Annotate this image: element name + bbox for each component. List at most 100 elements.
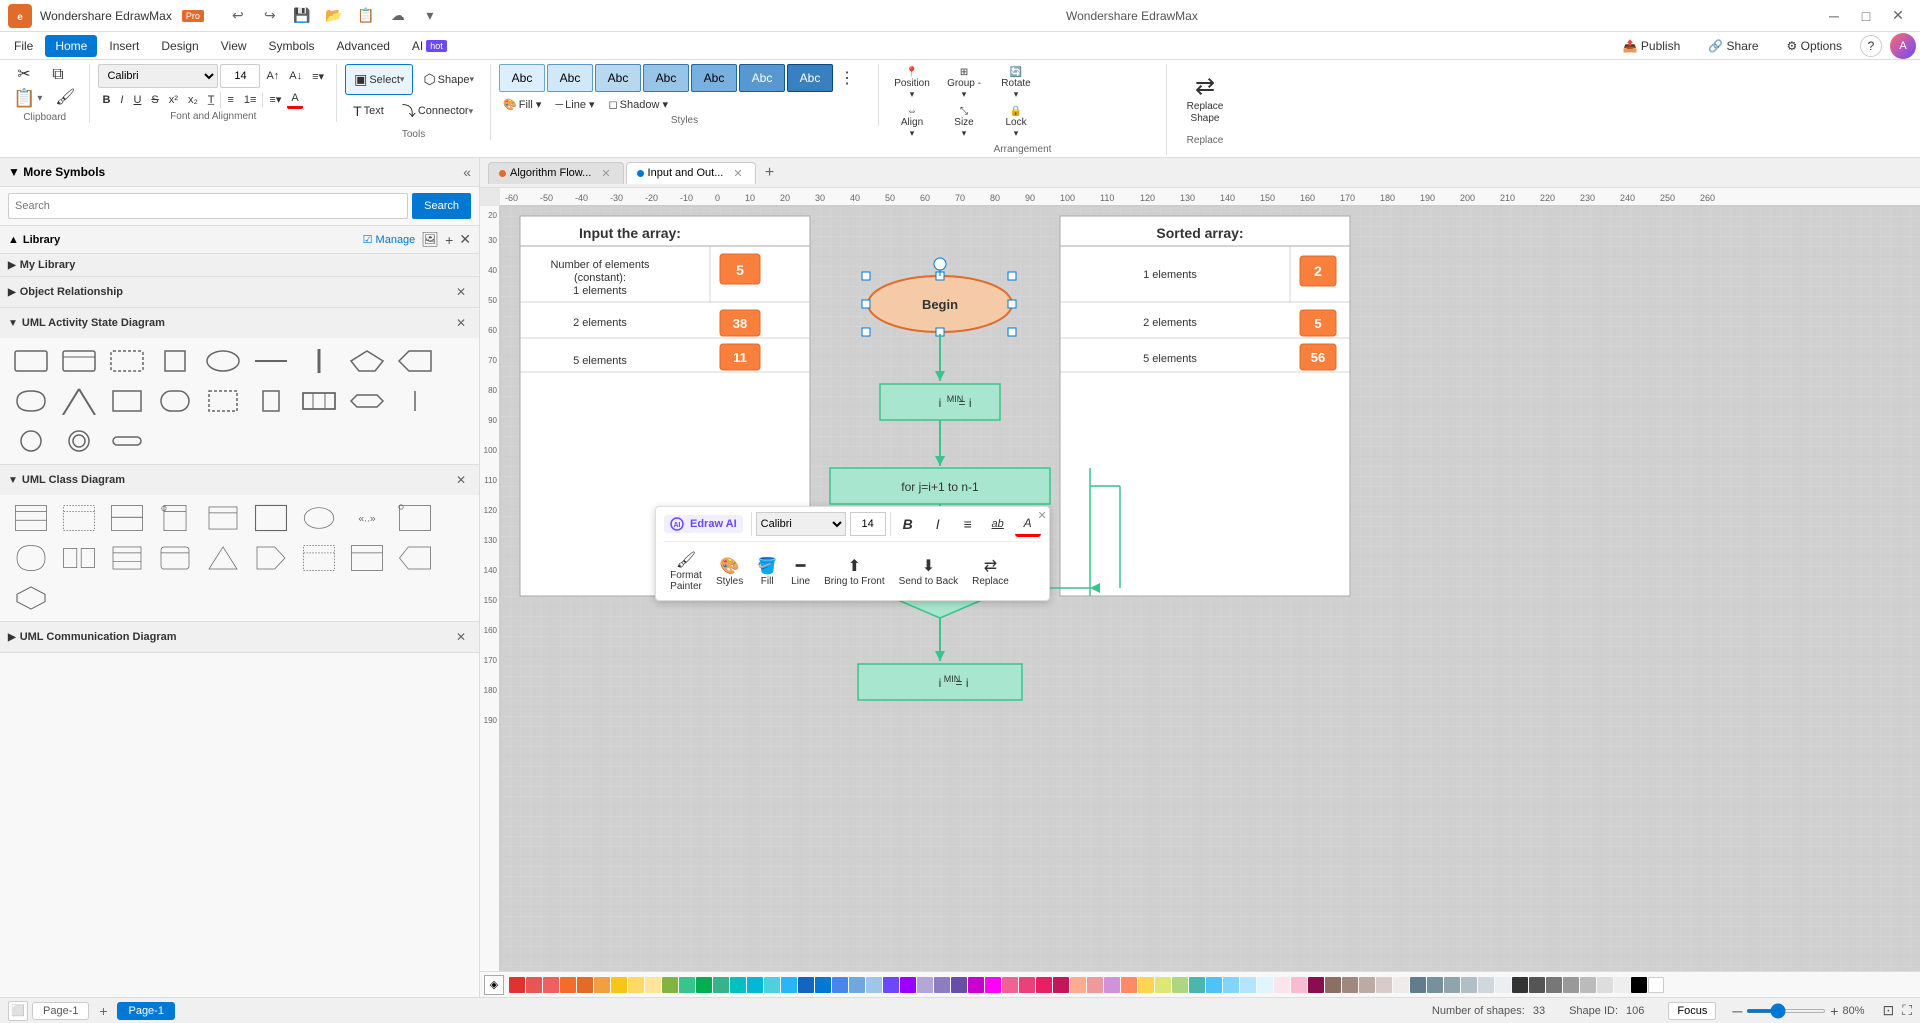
color-swatch[interactable] xyxy=(832,977,848,993)
menu-advanced[interactable]: Advanced xyxy=(327,35,400,57)
focus-button[interactable]: Focus xyxy=(1668,1002,1716,1020)
shape-item[interactable] xyxy=(104,342,150,380)
tab-input-output[interactable]: Input and Out... ✕ xyxy=(626,162,756,184)
share-button[interactable]: 🔗 Share xyxy=(1698,36,1768,56)
style-swatch-3[interactable]: Abc xyxy=(595,64,641,92)
uml-comm-close[interactable]: ✕ xyxy=(451,627,471,647)
color-swatch[interactable] xyxy=(934,977,950,993)
shape-item[interactable] xyxy=(56,539,102,577)
color-swatch[interactable] xyxy=(679,977,695,993)
connector-button[interactable]: ⤵ Connector ▾ xyxy=(394,95,481,127)
undo-button[interactable]: ↩ xyxy=(224,6,252,26)
color-swatch[interactable] xyxy=(1274,977,1290,993)
color-swatch[interactable] xyxy=(1427,977,1443,993)
add-tab-button[interactable]: + xyxy=(758,161,782,185)
color-swatch[interactable] xyxy=(1104,977,1120,993)
color-swatch[interactable] xyxy=(883,977,899,993)
select-button[interactable]: ▣ Select ▾ xyxy=(345,64,413,95)
add-page-button[interactable]: + xyxy=(93,1001,113,1021)
shape-item[interactable] xyxy=(8,342,54,380)
color-swatch[interactable] xyxy=(900,977,916,993)
ft-line-button[interactable]: ━ Line xyxy=(785,552,816,591)
color-swatch[interactable] xyxy=(1614,977,1630,993)
uml-activity-close[interactable]: ✕ xyxy=(451,313,471,333)
line-button[interactable]: ─ Line ▾ xyxy=(551,96,598,113)
shape-item[interactable] xyxy=(104,422,150,460)
color-swatch[interactable] xyxy=(1495,977,1511,993)
zoom-out-button[interactable]: ─ xyxy=(1732,1003,1742,1019)
color-swatch[interactable] xyxy=(526,977,542,993)
style-swatch-2[interactable]: Abc xyxy=(547,64,593,92)
zoom-slider[interactable] xyxy=(1746,1009,1826,1013)
shape-item[interactable] xyxy=(200,382,246,420)
format-button[interactable]: 📋 xyxy=(352,6,380,26)
shape-item[interactable] xyxy=(248,539,294,577)
color-swatch[interactable] xyxy=(730,977,746,993)
shape-item[interactable] xyxy=(344,342,390,380)
shape-item[interactable] xyxy=(296,539,342,577)
color-swatch[interactable] xyxy=(1461,977,1477,993)
strikethrough-button[interactable]: S xyxy=(147,92,162,108)
fill-button[interactable]: 🎨 Fill ▾ xyxy=(499,96,545,113)
color-swatch[interactable] xyxy=(1563,977,1579,993)
lib-new-button[interactable]: + xyxy=(445,232,453,248)
color-swatch[interactable] xyxy=(1053,977,1069,993)
position-button[interactable]: 📍 Position ▾ xyxy=(887,64,937,103)
style-swatch-6[interactable]: Abc xyxy=(739,64,785,92)
font-size-increase[interactable]: A↑ xyxy=(262,68,283,84)
align-button[interactable]: ⇔ Align ▾ xyxy=(887,103,937,142)
italic-button[interactable]: I xyxy=(116,92,127,108)
menu-design[interactable]: Design xyxy=(151,35,208,57)
replace-shape-button[interactable]: ⇄ ReplaceShape xyxy=(1175,64,1235,133)
shape-item[interactable] xyxy=(56,342,102,380)
tab-input-close-button[interactable]: ✕ xyxy=(731,167,744,180)
shape-item[interactable] xyxy=(296,382,342,420)
lock-button[interactable]: 🔒 Lock ▾ xyxy=(991,103,1041,142)
ft-font-size[interactable] xyxy=(850,512,886,536)
menu-insert[interactable]: Insert xyxy=(99,35,149,57)
page-1-active-tab[interactable]: Page-1 xyxy=(117,1002,174,1020)
color-swatch[interactable] xyxy=(1189,977,1205,993)
library-expand-icon[interactable]: ▲ xyxy=(8,234,19,246)
shape-item[interactable] xyxy=(344,382,390,420)
fit-page-button[interactable]: ⊡ xyxy=(1882,1002,1894,1019)
color-swatch[interactable] xyxy=(1342,977,1358,993)
font-align-btn[interactable]: ≡▾ xyxy=(308,68,328,85)
ft-bring-front-button[interactable]: ⬆ Bring to Front xyxy=(818,552,891,591)
shape-item[interactable] xyxy=(104,382,150,420)
shape-item[interactable] xyxy=(200,499,246,537)
color-swatch[interactable] xyxy=(1223,977,1239,993)
shape-item[interactable] xyxy=(8,499,54,537)
color-swatch[interactable] xyxy=(509,977,525,993)
numbering-button[interactable]: 1≡ xyxy=(240,92,261,108)
size-button[interactable]: ⤡ Size ▾ xyxy=(939,103,989,142)
options-button[interactable]: ⚙ Options xyxy=(1777,36,1852,56)
shape-item[interactable] xyxy=(152,499,198,537)
color-swatch[interactable] xyxy=(543,977,559,993)
page-icon-button[interactable]: ⬜ xyxy=(8,1001,28,1021)
ft-align-button[interactable]: ≡ xyxy=(955,511,981,537)
more-button[interactable]: ▾ xyxy=(416,6,444,26)
shape-item[interactable] xyxy=(200,342,246,380)
color-swatch[interactable] xyxy=(1002,977,1018,993)
menu-symbols[interactable]: Symbols xyxy=(259,35,325,57)
help-button[interactable]: ? xyxy=(1860,35,1882,57)
color-swatch[interactable] xyxy=(1138,977,1154,993)
color-swatch[interactable] xyxy=(577,977,593,993)
ft-font-family[interactable]: Calibri xyxy=(756,512,846,536)
ft-italic-button[interactable]: I xyxy=(925,511,951,537)
font-size-decrease[interactable]: A↓ xyxy=(285,68,306,84)
align-button[interactable]: ≡▾ xyxy=(265,91,285,108)
color-swatch[interactable] xyxy=(1070,977,1086,993)
shape-item[interactable]: «..» xyxy=(344,499,390,537)
font-family-select[interactable]: Calibri xyxy=(98,64,218,88)
shape-item[interactable] xyxy=(392,382,438,420)
shape-item[interactable] xyxy=(56,422,102,460)
shape-item[interactable] xyxy=(392,539,438,577)
color-swatch[interactable] xyxy=(1359,977,1375,993)
shape-item[interactable] xyxy=(248,342,294,380)
lib-close-button[interactable]: ✕ xyxy=(459,231,471,248)
page-1-tab[interactable]: Page-1 xyxy=(32,1002,89,1020)
ft-bold-button[interactable]: B xyxy=(895,511,921,537)
canvas[interactable]: Input the array: Number of elements (con… xyxy=(500,206,1920,997)
